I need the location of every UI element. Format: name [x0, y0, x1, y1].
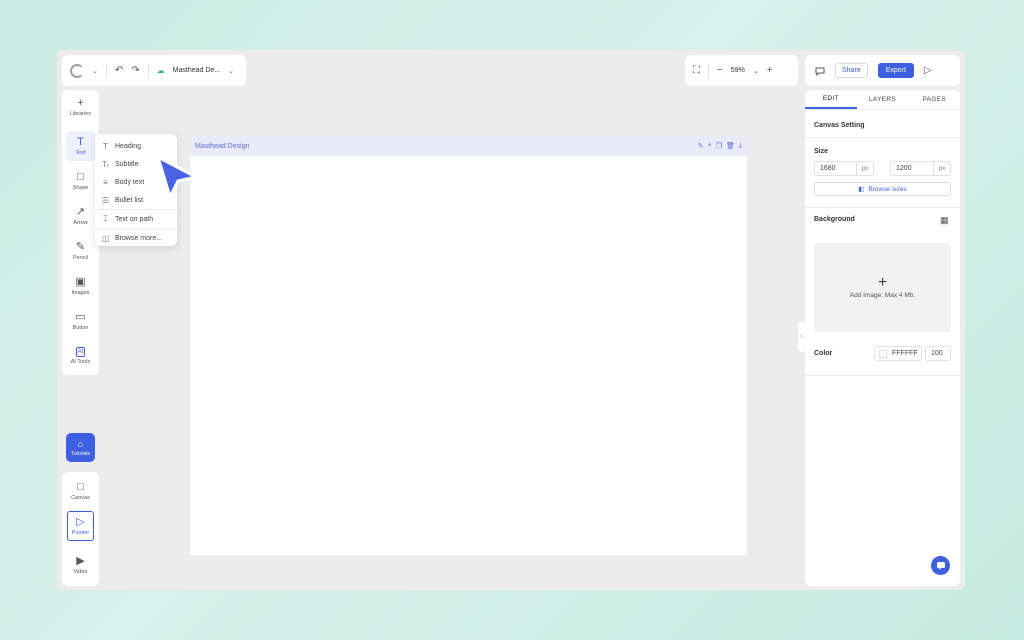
left-toolbar: + Libraries T Text □ Shape ↗ Arrow ✎ Pen… [62, 90, 99, 375]
canvas-setting-title: Canvas Setting [814, 122, 865, 129]
collapse-panel-icon[interactable]: › [798, 322, 805, 352]
tab-layers[interactable]: LAYERS [857, 90, 909, 109]
tool-video[interactable]: ▶ Video [62, 550, 99, 580]
tab-edit[interactable]: EDIT [805, 90, 857, 109]
app-window: ⌄ ↶ ↷ ☁ Masthead De... ⌄ ⛶ − 59% ⌄ + Sha… [57, 50, 965, 590]
panel-tabs: EDIT LAYERS PAGES [805, 90, 960, 110]
tool-button[interactable]: ▭ Button [62, 306, 99, 336]
paragraph-icon: ≡ [103, 177, 108, 187]
zoom-out-icon[interactable]: − [717, 65, 723, 76]
divider [708, 63, 709, 78]
chat-icon [936, 561, 945, 570]
browse-icon: ◫ [102, 233, 110, 243]
share-button[interactable]: Share [835, 63, 868, 78]
cursor-arrow-icon [156, 155, 198, 199]
canvas-header: Masthead Design ✎ + ❐ 🗑 ⤓ [190, 136, 747, 156]
menu-item-text-on-path[interactable]: ⌶ Text on path [95, 210, 177, 228]
height-field[interactable]: 1200 px [890, 161, 951, 176]
properties-panel: EDIT LAYERS PAGES Canvas Setting Size 16… [805, 90, 960, 586]
background-label: Background [814, 216, 855, 223]
text-icon: T [77, 135, 84, 148]
arrow-icon: ↗ [75, 205, 86, 218]
chevron-down-icon[interactable]: ⌄ [92, 67, 98, 75]
duplicate-icon[interactable]: ❐ [716, 142, 722, 150]
menu-item-browse-more[interactable]: ◫ Browse more... [95, 229, 177, 247]
download-icon[interactable]: ⤓ [739, 142, 742, 150]
color-label: Color [814, 350, 833, 357]
heading-icon: T [103, 141, 108, 151]
ai-icon: AI [75, 347, 86, 357]
square-icon: □ [77, 170, 84, 183]
tab-pages[interactable]: PAGES [908, 90, 960, 109]
trash-icon[interactable]: 🗑 [726, 142, 735, 150]
pencil-icon: ✎ [75, 240, 86, 253]
top-right-bar: Share Export ▷ [805, 55, 960, 86]
play-icon[interactable]: ▷ [924, 65, 932, 76]
list-icon: ☰ [102, 195, 110, 205]
image-icon: ▣ [75, 275, 86, 288]
canvas-name[interactable]: Masthead Design [195, 143, 249, 150]
plus-icon: + [77, 96, 84, 109]
zoom-level[interactable]: 59% [731, 67, 745, 74]
resize-icon: ◧ [858, 186, 865, 193]
browse-sizes-button[interactable]: ◧ Browse sizes [814, 182, 951, 196]
text-path-icon: ⌶ [103, 214, 108, 223]
add-image-dropzone[interactable]: + Add Image. Max 4 Mb. [814, 243, 951, 332]
graduation-cap-icon: ⌂ [77, 438, 84, 449]
tool-ai[interactable]: AI AI Tools [62, 341, 99, 371]
edit-icon[interactable]: ✎ [698, 142, 704, 150]
pointer-icon: ▷ [76, 515, 85, 528]
tool-shape[interactable]: □ Shape [62, 166, 99, 196]
canvas-icon: □ [77, 480, 84, 493]
opacity-field[interactable]: 100 [925, 346, 951, 361]
tool-images[interactable]: ▣ Images [62, 271, 99, 301]
tool-text[interactable]: T Text [66, 131, 95, 161]
subtitle-icon: Tₜ [102, 159, 110, 169]
tool-pencil[interactable]: ✎ Pencil [62, 236, 99, 266]
button-icon: ▭ [75, 310, 86, 323]
logo-icon[interactable] [70, 63, 84, 78]
color-swatch[interactable] [879, 349, 887, 358]
size-label: Size [814, 148, 829, 155]
width-field[interactable]: 1680 px [814, 161, 874, 176]
add-icon[interactable]: + [708, 142, 712, 150]
top-left-bar: ⌄ ↶ ↷ ☁ Masthead De... ⌄ [62, 55, 246, 86]
export-button[interactable]: Export [877, 63, 914, 78]
tool-canvas[interactable]: □ Canvas [62, 476, 99, 506]
bottom-toolbar: □ Canvas ▷ Pointer ▶ Video [62, 472, 99, 586]
tool-libraries[interactable]: + Libraries [62, 92, 99, 122]
color-hex-field[interactable]: FFFFFF [874, 346, 922, 361]
undo-icon[interactable]: ↶ [115, 65, 123, 76]
zoom-bar: ⛶ − 59% ⌄ + [685, 55, 798, 86]
tutorials-button[interactable]: ⌂ Tutorials [66, 433, 95, 462]
video-icon: ▶ [76, 554, 85, 567]
canvas-actions: ✎ + ❐ 🗑 ⤓ [698, 142, 742, 150]
fit-screen-icon[interactable]: ⛶ [693, 65, 700, 76]
cloud-icon: ☁ [156, 66, 165, 75]
divider [805, 207, 960, 208]
divider [147, 63, 149, 78]
plus-icon: + [877, 274, 888, 291]
zoom-in-icon[interactable]: + [767, 65, 773, 76]
chevron-down-icon[interactable]: ⌄ [228, 67, 234, 75]
chat-support-button[interactable] [931, 556, 950, 575]
divider [805, 137, 960, 138]
checker-pattern-icon[interactable]: ▦ [940, 215, 949, 226]
divider [805, 375, 960, 376]
canvas-artboard[interactable] [190, 156, 747, 555]
comment-icon[interactable] [815, 66, 825, 76]
redo-icon[interactable]: ↷ [131, 65, 139, 76]
divider [105, 63, 107, 78]
tool-pointer[interactable]: ▷ Pointer [67, 511, 94, 541]
tool-arrow[interactable]: ↗ Arrow [62, 201, 99, 231]
document-title[interactable]: Masthead De... [173, 67, 220, 74]
chevron-down-icon[interactable]: ⌄ [753, 67, 759, 75]
